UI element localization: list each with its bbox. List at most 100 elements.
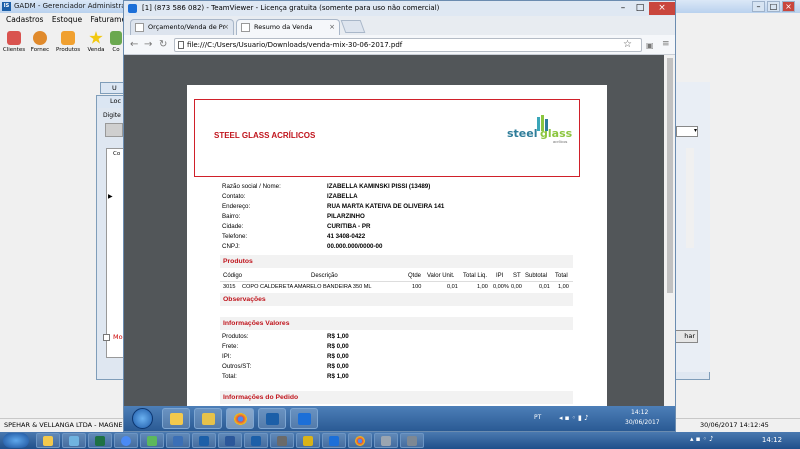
task-explorer[interactable] [36, 433, 60, 448]
table-cell: 0,01 [539, 284, 550, 290]
toolbar-co-button[interactable]: Co [108, 31, 124, 53]
remote-task-explorer[interactable] [162, 408, 190, 429]
task-word[interactable] [218, 433, 242, 448]
is-app-icon [266, 413, 279, 425]
close-button[interactable]: har [674, 330, 698, 343]
task-is[interactable] [244, 433, 268, 448]
section-products: Produtos [220, 255, 573, 268]
task-app[interactable] [270, 433, 294, 448]
section-order-info: Informações do Pedido [220, 391, 573, 404]
task-app-blue[interactable] [166, 433, 190, 448]
back-icon[interactable]: ← [130, 38, 138, 51]
filter-combo[interactable]: ▾ [676, 126, 698, 137]
page-icon [135, 23, 144, 32]
remote-start-button[interactable] [132, 408, 153, 429]
toolbar-label: Co [112, 47, 120, 53]
customer-label: Endereço: [222, 203, 251, 210]
search-field[interactable] [105, 123, 123, 137]
remote-clock-date: 30/06/2017 [625, 419, 660, 426]
task-browser[interactable] [114, 433, 138, 448]
tab-orcamento[interactable]: Orçamento/Venda de Pr × [130, 19, 234, 35]
customer-value: PILARZINHO [327, 213, 365, 220]
gadm-title: GADM - Gerenciador Administrati [14, 2, 131, 10]
reload-icon[interactable]: ↻ [159, 38, 167, 51]
task-gadm[interactable] [192, 433, 216, 448]
value-amount: R$ 0,00 [327, 353, 349, 360]
customer-value: 41 3408-0422 [327, 233, 366, 240]
extension-icon[interactable]: ▣ [646, 39, 654, 52]
customer-label: CNPJ: [222, 243, 240, 250]
close-tab-icon[interactable]: × [223, 20, 229, 34]
bookmark-star-icon[interactable]: ☆ [623, 39, 632, 50]
pdf-scroll-thumb[interactable] [667, 58, 673, 293]
new-tab-button[interactable] [340, 20, 366, 33]
task-app-green[interactable] [140, 433, 164, 448]
language-indicator[interactable]: PT [534, 414, 541, 421]
table-cell: 3015 [223, 284, 236, 290]
close-icon[interactable]: × [649, 2, 675, 15]
minimize-icon[interactable]: – [615, 2, 631, 15]
address-bar[interactable]: file:///C:/Users/Usuario/Downloads/venda… [174, 38, 642, 52]
child-window-title-2: Loc [97, 96, 123, 108]
value-amount: R$ 1,00 [327, 333, 349, 340]
tab-resumo-venda[interactable]: Resumo da Venda × [236, 19, 340, 35]
child-title-1-text: U [112, 84, 117, 92]
toolbar-clientes-button[interactable]: Clientes [2, 31, 26, 53]
address-url: file:///C:/Users/Usuario/Downloads/venda… [187, 41, 403, 49]
clients-icon [7, 31, 21, 45]
remote-system-tray: PT ◂ ▪ ◦ ▮ ♪ 14:12 30/06/2017 [534, 406, 675, 431]
remote-task-chrome[interactable] [226, 408, 254, 429]
task-excel[interactable] [88, 433, 112, 448]
chrome-toolbar: ← → ↻ file:///C:/Users/Usuario/Downloads… [124, 35, 675, 55]
toolbar-fornec-button[interactable]: Fornec [28, 31, 52, 53]
start-button[interactable] [3, 433, 29, 448]
task-app-dark[interactable] [400, 433, 424, 448]
menu-estoque[interactable]: Estoque [52, 15, 82, 24]
sale-icon [89, 31, 103, 44]
teamviewer-title: [1] (873 586 082) - TeamViewer - Licença… [142, 4, 440, 12]
task-files[interactable] [62, 433, 86, 448]
child-scrollbar[interactable] [686, 148, 694, 248]
forward-icon[interactable]: → [144, 38, 152, 51]
value-amount: R$ 0,00 [327, 363, 349, 370]
maximize-icon[interactable]: □ [632, 2, 648, 15]
task-chrome[interactable] [348, 433, 372, 448]
group-label: Digite [103, 112, 121, 119]
remote-task-teamviewer[interactable] [290, 408, 318, 429]
table-divider [220, 281, 573, 282]
minimize-icon[interactable]: – [752, 1, 765, 12]
file-icon [178, 41, 184, 49]
table-cell: 0,01 [447, 284, 458, 290]
browser-icon [121, 436, 131, 446]
close-tab-icon[interactable]: × [329, 20, 335, 34]
results-grid[interactable]: Co ▶ [106, 148, 124, 358]
table-cell: 1,00 [477, 284, 488, 290]
maximize-icon[interactable]: □ [767, 1, 780, 12]
gadm-window-controls: – □ × [752, 0, 800, 13]
value-label: IPI: [222, 353, 232, 360]
excel-icon [95, 436, 105, 446]
toolbar-produtos-button[interactable]: Produtos [56, 31, 80, 53]
value-amount: R$ 0,00 [327, 343, 349, 350]
menu-cadastros[interactable]: Cadastros [6, 15, 43, 24]
tray-icons[interactable]: ◂ ▪ ◦ ▮ ♪ [559, 414, 589, 422]
menu-icon[interactable]: ≡ [662, 38, 670, 51]
toolbar-label: Venda [87, 47, 105, 53]
app-icon [407, 436, 417, 446]
checkbox-label: Mo [113, 333, 123, 341]
remote-task-gadm[interactable] [258, 408, 286, 429]
page-icon [241, 23, 250, 32]
remote-clock-time: 14:12 [631, 409, 649, 416]
task-app-yellow[interactable] [296, 433, 320, 448]
tray-icons[interactable]: ▴ ▪ ◦ ♪ [690, 435, 714, 443]
remote-task-files[interactable] [194, 408, 222, 429]
toolbar-label: Fornec [30, 47, 50, 53]
task-teamviewer[interactable] [322, 433, 346, 448]
value-label: Frete: [222, 343, 239, 350]
task-app-gray[interactable] [374, 433, 398, 448]
toolbar-venda-button[interactable]: Venda [84, 31, 108, 53]
table-cell: COPO CALDERETA AMARELO BANDEIRA 350 ML [242, 284, 372, 290]
checkbox[interactable] [103, 334, 110, 341]
value-label: Total: [222, 373, 237, 380]
close-icon[interactable]: × [782, 1, 795, 12]
